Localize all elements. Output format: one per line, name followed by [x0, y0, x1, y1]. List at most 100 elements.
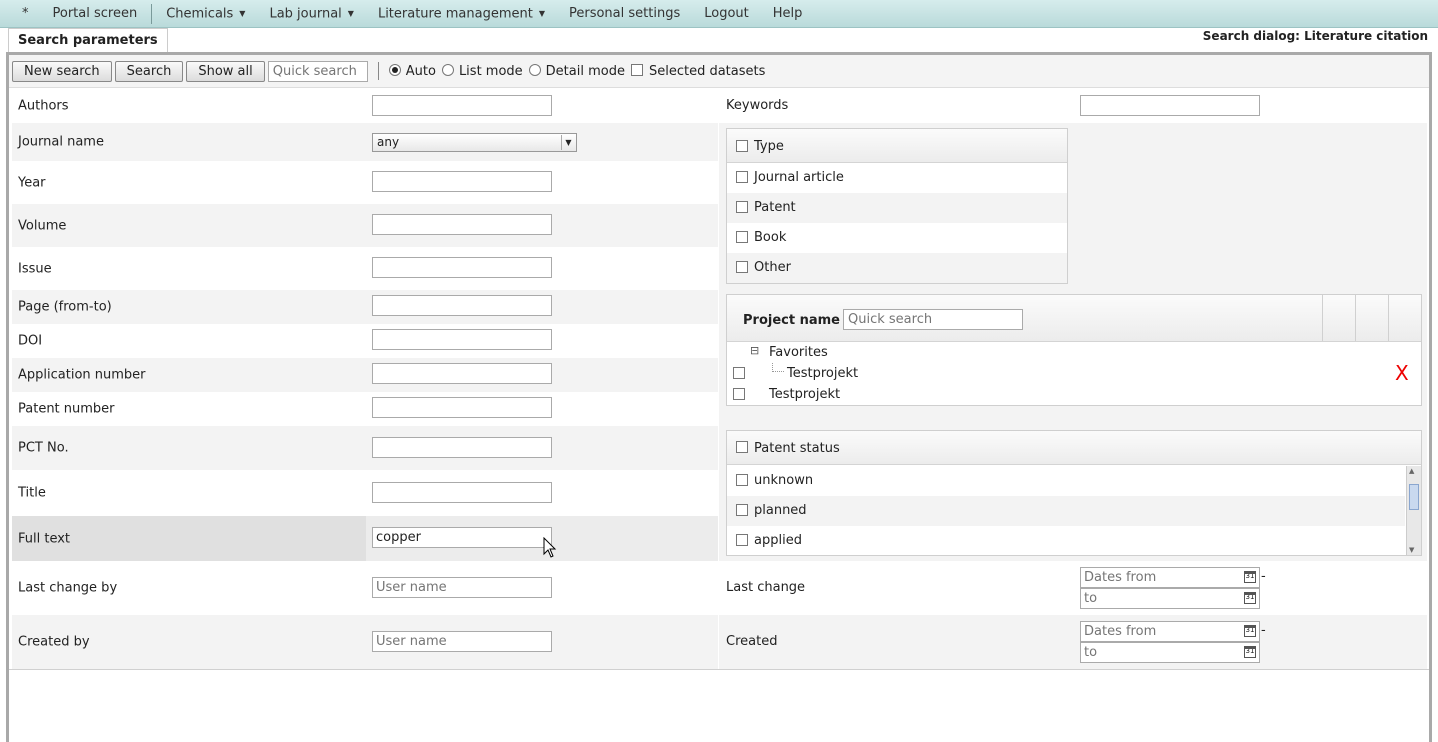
journal-name-select[interactable]: any ▼ — [372, 133, 577, 152]
tree-item-testprojekt[interactable]: Testprojekt — [769, 387, 840, 402]
patent-number-input[interactable] — [372, 397, 552, 418]
date-range-dash: - — [1261, 623, 1266, 638]
full-text-label: Full text — [18, 531, 71, 546]
form-bottom-divider — [9, 669, 1429, 670]
patent-status-label: applied — [754, 533, 802, 548]
tab-strip: Search parameters Search dialog: Literat… — [0, 28, 1438, 52]
created-by-input[interactable] — [372, 631, 552, 652]
collapse-icon[interactable]: ⊟ — [750, 344, 759, 357]
created-from-input[interactable] — [1080, 621, 1260, 642]
selected-datasets-checkbox[interactable]: Selected datasets — [630, 63, 765, 79]
patent-status-select-all-checkbox[interactable] — [736, 441, 748, 453]
mode-detail-radio[interactable]: Detail mode — [528, 63, 625, 79]
quick-search-input[interactable] — [267, 60, 368, 82]
menu-item-help[interactable]: Help — [761, 0, 815, 28]
project-quick-search-input[interactable] — [843, 309, 1023, 330]
project-panel-header: Project name — [727, 295, 1421, 342]
menu-item-logout[interactable]: Logout — [692, 0, 761, 28]
type-item-other[interactable]: Other — [727, 253, 1067, 283]
tree-item-testprojekt-favorite[interactable]: Testprojekt — [787, 366, 858, 381]
scroll-down-icon[interactable]: ▼ — [1409, 546, 1414, 554]
new-search-button[interactable]: New search — [12, 60, 112, 82]
year-input[interactable] — [372, 171, 552, 192]
pct-no-input[interactable] — [372, 437, 552, 458]
menu-item-chemicals[interactable]: Chemicals ▼ — [154, 0, 257, 28]
checkbox-icon — [736, 474, 748, 486]
right-created-row-background — [719, 615, 1427, 669]
journal-name-label: Journal name — [18, 134, 104, 150]
type-select-all-checkbox[interactable] — [736, 140, 748, 152]
tab-search-parameters[interactable]: Search parameters — [8, 28, 168, 52]
type-item-label: Patent — [754, 200, 796, 215]
checkbox-icon — [630, 63, 643, 76]
mouse-cursor-icon — [543, 537, 557, 558]
patent-status-item-planned[interactable]: planned — [727, 496, 1405, 526]
mode-list-radio[interactable]: List mode — [441, 63, 523, 79]
type-header-label: Type — [754, 139, 784, 154]
menu-item-literature-management[interactable]: Literature management ▼ — [366, 0, 557, 28]
volume-input[interactable] — [372, 214, 552, 235]
type-item-label: Other — [754, 260, 791, 275]
doi-input[interactable] — [372, 329, 552, 350]
project-testprojekt-checkbox[interactable] — [733, 388, 745, 400]
menu-item-portal-screen[interactable]: Portal screen — [41, 0, 150, 28]
checkbox-icon — [736, 201, 748, 213]
form-row-patent-number: Patent number — [12, 392, 718, 426]
patent-status-scrollbar[interactable]: ▲ ▼ — [1406, 466, 1421, 555]
chevron-down-icon: ▼ — [347, 8, 354, 18]
patent-status-label: unknown — [754, 473, 814, 488]
remove-favorite-icon[interactable]: X — [1395, 361, 1409, 385]
checkbox-icon — [736, 231, 748, 243]
application-number-input[interactable] — [372, 363, 552, 384]
form-row-pct-no: PCT No. — [12, 426, 718, 470]
menu-item-lab-journal[interactable]: Lab journal ▼ — [257, 0, 366, 28]
scroll-up-icon[interactable]: ▲ — [1409, 467, 1414, 475]
keywords-input[interactable] — [1080, 95, 1260, 116]
date-range-dash: - — [1261, 569, 1266, 584]
form-row-year: Year — [12, 161, 718, 204]
page-label: Page (from-to) — [18, 299, 112, 315]
patent-status-item-applied[interactable]: applied — [727, 526, 1405, 556]
mode-auto-radio[interactable]: Auto — [388, 63, 436, 79]
checkbox-icon — [736, 171, 748, 183]
menu-item-star[interactable]: * — [10, 0, 41, 28]
calendar-icon[interactable]: 31 — [1244, 625, 1256, 637]
calendar-icon[interactable]: 31 — [1244, 646, 1256, 658]
authors-input[interactable] — [372, 95, 552, 116]
chevron-down-icon: ▼ — [538, 8, 545, 18]
type-panel-header: Type — [727, 129, 1067, 163]
mode-auto-label: Auto — [405, 63, 436, 79]
show-all-button[interactable]: Show all — [186, 60, 265, 82]
page-input[interactable] — [372, 295, 552, 316]
title-input[interactable] — [372, 482, 552, 503]
project-testprojekt-favorite-checkbox[interactable] — [733, 367, 745, 379]
doi-label: DOI — [18, 333, 43, 349]
type-item-patent[interactable]: Patent — [727, 193, 1067, 223]
type-item-journal-article[interactable]: Journal article — [727, 163, 1067, 193]
scrollbar-thumb[interactable] — [1409, 484, 1419, 510]
type-item-book[interactable]: Book — [727, 223, 1067, 253]
tree-group-favorites[interactable]: Favorites — [769, 345, 828, 360]
patent-status-header: Patent status — [727, 431, 1421, 465]
form-row-journal-name: Journal name any ▼ — [12, 123, 718, 161]
last-change-from-input[interactable] — [1080, 567, 1260, 588]
created-to-input[interactable] — [1080, 642, 1260, 663]
calendar-icon[interactable]: 31 — [1244, 592, 1256, 604]
keywords-label: Keywords — [726, 98, 789, 113]
issue-input[interactable] — [372, 257, 552, 278]
last-change-by-input[interactable] — [372, 577, 552, 598]
menu-item-personal-settings[interactable]: Personal settings — [557, 0, 692, 28]
checkbox-icon — [736, 504, 748, 516]
calendar-icon[interactable]: 31 — [1244, 571, 1256, 583]
full-text-input[interactable] — [372, 527, 552, 548]
project-name-label: Project name — [743, 313, 840, 328]
created-by-label: Created by — [18, 634, 90, 650]
menu-separator — [151, 3, 153, 24]
radio-icon — [528, 63, 541, 76]
year-label: Year — [18, 175, 46, 190]
main-menubar: * Portal screen Chemicals ▼ Lab journal ▼ … — [0, 0, 1438, 28]
search-button[interactable]: Search — [114, 60, 184, 82]
last-change-to-input[interactable] — [1080, 588, 1260, 609]
type-item-label: Journal article — [754, 170, 844, 185]
patent-status-item-unknown[interactable]: unknown — [727, 466, 1405, 496]
